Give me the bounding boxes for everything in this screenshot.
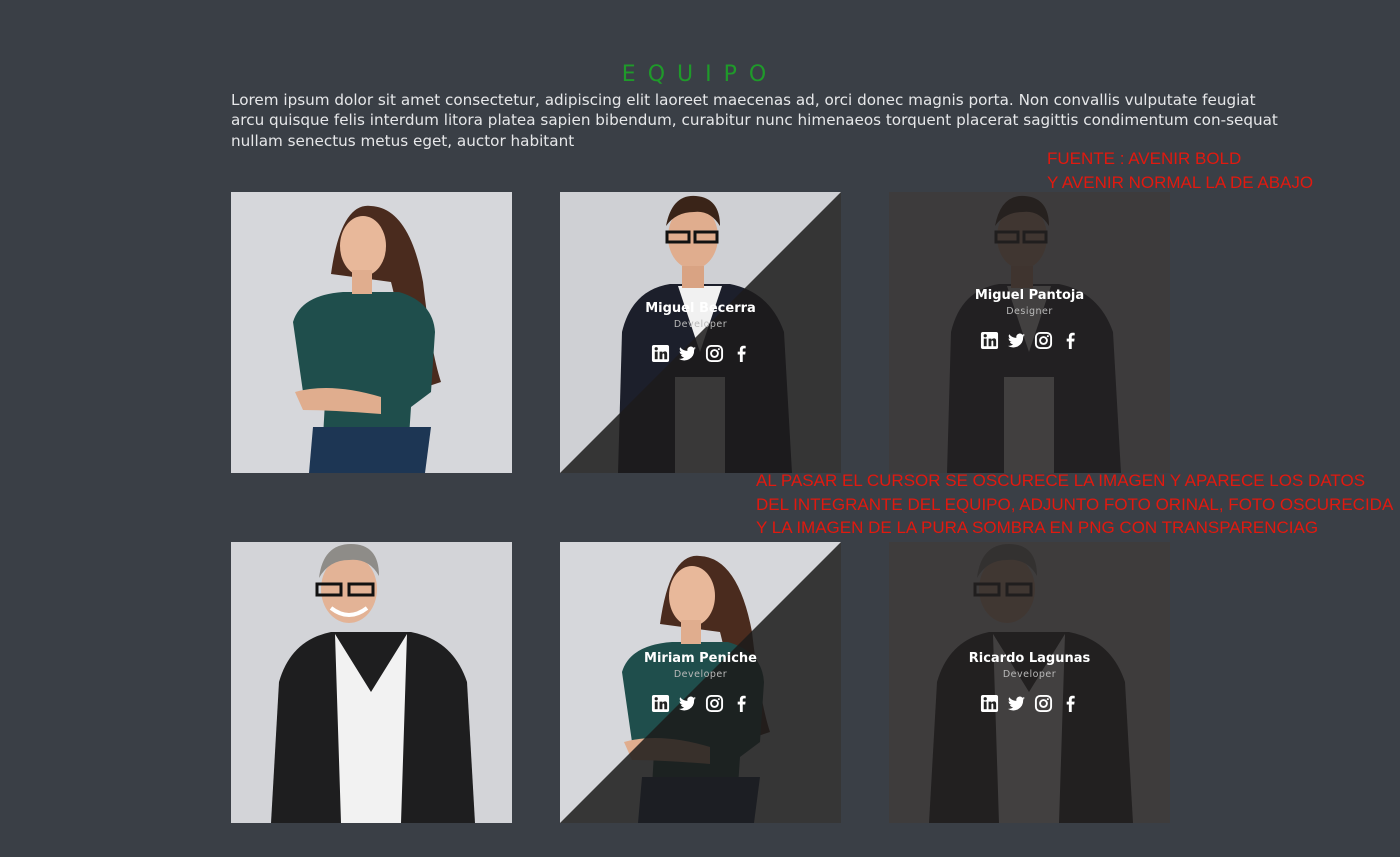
designer-note-hover: AL PASAR EL CURSOR SE OSCURECE LA IMAGEN… [756,469,1393,540]
older-man-photo [231,542,512,823]
note-line: AL PASAR EL CURSOR SE OSCURECE LA IMAGEN… [756,471,1366,490]
woman-photo [231,192,512,473]
member-info: Miguel Becerra Developer [560,301,841,363]
linkedin-icon[interactable] [651,344,670,363]
team-card-woman-original[interactable] [231,192,512,473]
facebook-icon[interactable] [732,344,751,363]
member-info: Ricardo Lagunas Developer [889,651,1170,713]
social-links [889,331,1170,350]
member-name: Miguel Becerra [645,301,756,316]
note-line: Y LA IMAGEN DE LA PURA SOMBRA EN PNG CON… [756,518,1319,537]
social-links [560,694,841,713]
note-line: Y AVENIR NORMAL LA DE ABAJO [1047,172,1314,192]
instagram-icon[interactable] [705,694,724,713]
member-role: Developer [1002,669,1057,680]
member-name: Ricardo Lagunas [968,651,1091,666]
facebook-icon[interactable] [732,694,751,713]
team-card-miriam-peniche[interactable]: Miriam Peniche Developer [560,542,841,823]
instagram-icon[interactable] [1034,331,1053,350]
team-card-ricardo-lagunas[interactable]: Ricardo Lagunas Developer [889,542,1170,823]
team-card-older-man-original[interactable] [231,542,512,823]
member-info: Miriam Peniche Developer [560,651,841,713]
section-intro: Lorem ipsum dolor sit amet consectetur, … [231,91,1278,150]
facebook-icon[interactable] [1061,331,1080,350]
linkedin-icon[interactable] [651,694,670,713]
member-info: Miguel Pantoja Designer [889,288,1170,350]
member-name: Miguel Pantoja [974,288,1085,303]
facebook-icon[interactable] [1061,694,1080,713]
member-name: Miriam Peniche [644,651,757,666]
instagram-icon[interactable] [1034,694,1053,713]
note-line: DEL INTEGRANTE DEL EQUIPO, ADJUNTO FOTO … [756,494,1394,514]
team-card-miguel-becerra[interactable]: Miguel Becerra Developer [560,192,841,473]
team-card-miguel-pantoja[interactable]: Miguel Pantoja Designer [889,192,1170,473]
twitter-icon[interactable] [1007,331,1026,350]
section-title: EQUIPO [621,61,779,87]
linkedin-icon[interactable] [980,331,999,350]
linkedin-icon[interactable] [980,694,999,713]
member-role: Developer [673,319,728,330]
member-role: Developer [673,669,728,680]
social-links [560,344,841,363]
twitter-icon[interactable] [678,694,697,713]
twitter-icon[interactable] [1007,694,1026,713]
twitter-icon[interactable] [678,344,697,363]
designer-note-font: FUENTE : AVENIR BOLD Y AVENIR NORMAL LA … [1047,147,1313,194]
member-role: Designer [1006,306,1053,317]
note-line: FUENTE : AVENIR BOLD [1047,149,1242,168]
social-links [889,694,1170,713]
instagram-icon[interactable] [705,344,724,363]
